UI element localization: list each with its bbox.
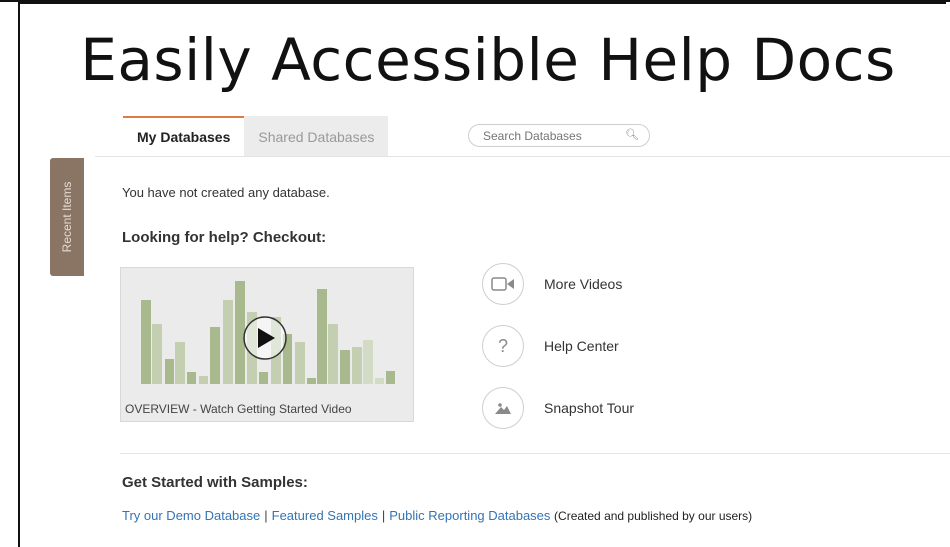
help-center-label: Help Center [544,338,619,354]
thumb-bar [141,300,151,384]
thumb-bar [165,359,174,384]
getting-started-video[interactable]: OVERVIEW - Watch Getting Started Video [120,267,414,422]
recent-items-label: Recent Items [60,181,74,253]
thumb-bar [363,340,373,384]
help-center-link[interactable]: ? Help Center [482,325,722,369]
featured-samples-link[interactable]: Featured Samples [272,508,378,523]
search-icon[interactable]: 🔍︎ [625,128,639,141]
thumb-bar [386,371,395,384]
thumb-bar [187,372,196,384]
slide-title: Easily Accessible Help Docs [80,26,896,94]
play-icon[interactable] [243,316,287,360]
samples-heading: Get Started with Samples: [122,474,308,491]
tab-divider [95,156,950,157]
snapshot-tour-link[interactable]: Snapshot Tour [482,387,722,431]
thumb-bar [259,372,268,384]
snapshot-tour-label: Snapshot Tour [544,400,635,416]
thumb-bar [307,378,316,384]
database-tabs: My Databases Shared Databases [123,116,389,158]
thumb-bar [210,327,220,384]
video-camera-icon [482,263,524,305]
empty-message: You have not created any database. [122,185,330,200]
video-caption: OVERVIEW - Watch Getting Started Video [125,402,352,416]
tab-my-databases[interactable]: My Databases [123,116,245,156]
thumb-bar [152,324,162,384]
thumb-bar [295,342,305,384]
more-videos-link[interactable]: More Videos [482,263,722,307]
question-mark-icon: ? [482,325,524,367]
thumb-bar [199,376,208,384]
thumb-bar [328,324,338,384]
help-heading: Looking for help? Checkout: [122,229,327,246]
tab-shared-databases[interactable]: Shared Databases [244,116,389,156]
search-input[interactable] [481,128,625,144]
samples-links: Try our Demo Database | Featured Samples | P… [122,508,752,523]
thumb-bar [352,347,362,384]
demo-database-link[interactable]: Try our Demo Database [122,508,260,523]
thumb-bar [223,300,233,384]
search-box[interactable]: 🔍︎ [468,124,650,147]
samples-note: (Created and published by our users) [554,509,753,523]
mountain-image-icon [482,387,524,429]
video-thumbnail [141,281,395,384]
link-separator: | [264,508,268,523]
section-divider [120,453,950,454]
thumb-bar [317,289,327,384]
more-videos-label: More Videos [544,276,623,292]
public-reporting-link[interactable]: Public Reporting Databases [389,508,550,523]
thumb-bar [340,350,350,384]
thumb-bar [175,342,185,384]
thumb-bar [375,378,384,384]
app-screenshot: My Databases Shared Databases 🔍︎ Recent … [20,110,950,547]
link-separator: | [381,508,386,523]
thumb-bar [235,281,245,384]
recent-items-tab[interactable]: Recent Items [50,158,84,276]
